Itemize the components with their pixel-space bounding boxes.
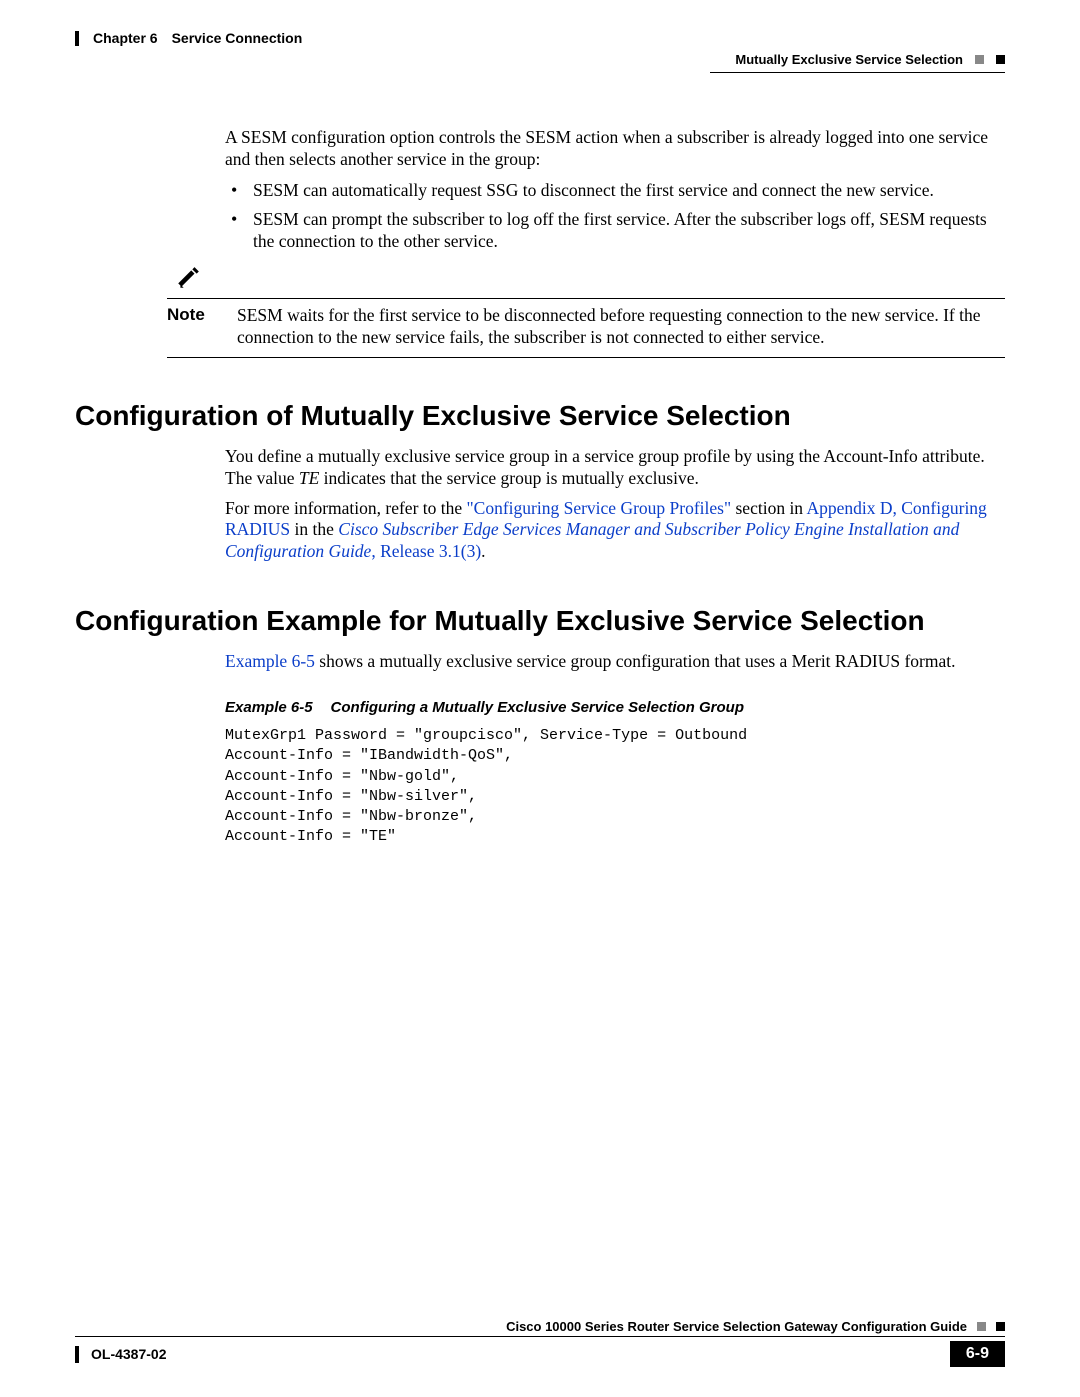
header-right: Mutually Exclusive Service Selection — [735, 52, 1005, 67]
pencil-icon — [175, 265, 201, 291]
footer-bar-icon — [75, 1346, 79, 1363]
footer-left: OL-4387-02 — [75, 1346, 166, 1363]
header-bar-icon — [75, 31, 79, 46]
chapter-title: Service Connection — [172, 30, 303, 46]
link-example-6-5[interactable]: Example 6-5 — [225, 651, 315, 671]
note-block: Note SESM waits for the first service to… — [167, 265, 1005, 358]
section1-p1: You define a mutually exclusive service … — [225, 446, 1005, 490]
square-icon — [977, 1322, 986, 1331]
bullet-item: SESM can automatically request SSG to di… — [225, 179, 1005, 202]
chapter-label: Chapter 6 — [93, 30, 158, 46]
example-number: Example 6-5 — [225, 699, 313, 716]
square-icon — [996, 55, 1005, 64]
section-heading-config: Configuration of Mutually Exclusive Serv… — [75, 400, 1005, 432]
section2-p1: Example 6-5 shows a mutually exclusive s… — [225, 651, 1005, 673]
header-section-title: Mutually Exclusive Service Selection — [735, 52, 963, 67]
square-icon — [975, 55, 984, 64]
section-heading-example: Configuration Example for Mutually Exclu… — [75, 605, 1005, 637]
page-header: Chapter 6 Service Connection Mutually Ex… — [75, 30, 1005, 72]
square-icon — [996, 1322, 1005, 1331]
code-block: MutexGrp1 Password = "groupcisco", Servi… — [225, 726, 1005, 848]
section1-p2: For more information, refer to the "Conf… — [225, 498, 1005, 564]
section2-body: Example 6-5 shows a mutually exclusive s… — [225, 651, 1005, 673]
header-left: Chapter 6 Service Connection — [75, 30, 302, 46]
section1-body: You define a mutually exclusive service … — [225, 446, 1005, 563]
note-text: SESM waits for the first service to be d… — [237, 305, 1005, 349]
example-title: Configuring a Mutually Exclusive Service… — [331, 699, 744, 716]
italic-term: TE — [299, 468, 319, 488]
link-configuring-service-group-profiles[interactable]: "Configuring Service Group Profiles" — [467, 498, 732, 518]
intro-paragraph: A SESM configuration option controls the… — [225, 127, 1005, 171]
footer-book-title: Cisco 10000 Series Router Service Select… — [506, 1319, 967, 1334]
header-rule — [710, 72, 1005, 73]
note-label: Note — [167, 305, 217, 349]
page-number: 6-9 — [950, 1341, 1005, 1367]
example-caption: Example 6-5 Configuring a Mutually Exclus… — [225, 699, 1005, 716]
page-footer: Cisco 10000 Series Router Service Select… — [75, 1319, 1005, 1367]
intro-block: A SESM configuration option controls the… — [225, 127, 1005, 253]
footer-doc-id: OL-4387-02 — [91, 1346, 166, 1362]
bullet-item: SESM can prompt the subscriber to log of… — [225, 208, 1005, 254]
